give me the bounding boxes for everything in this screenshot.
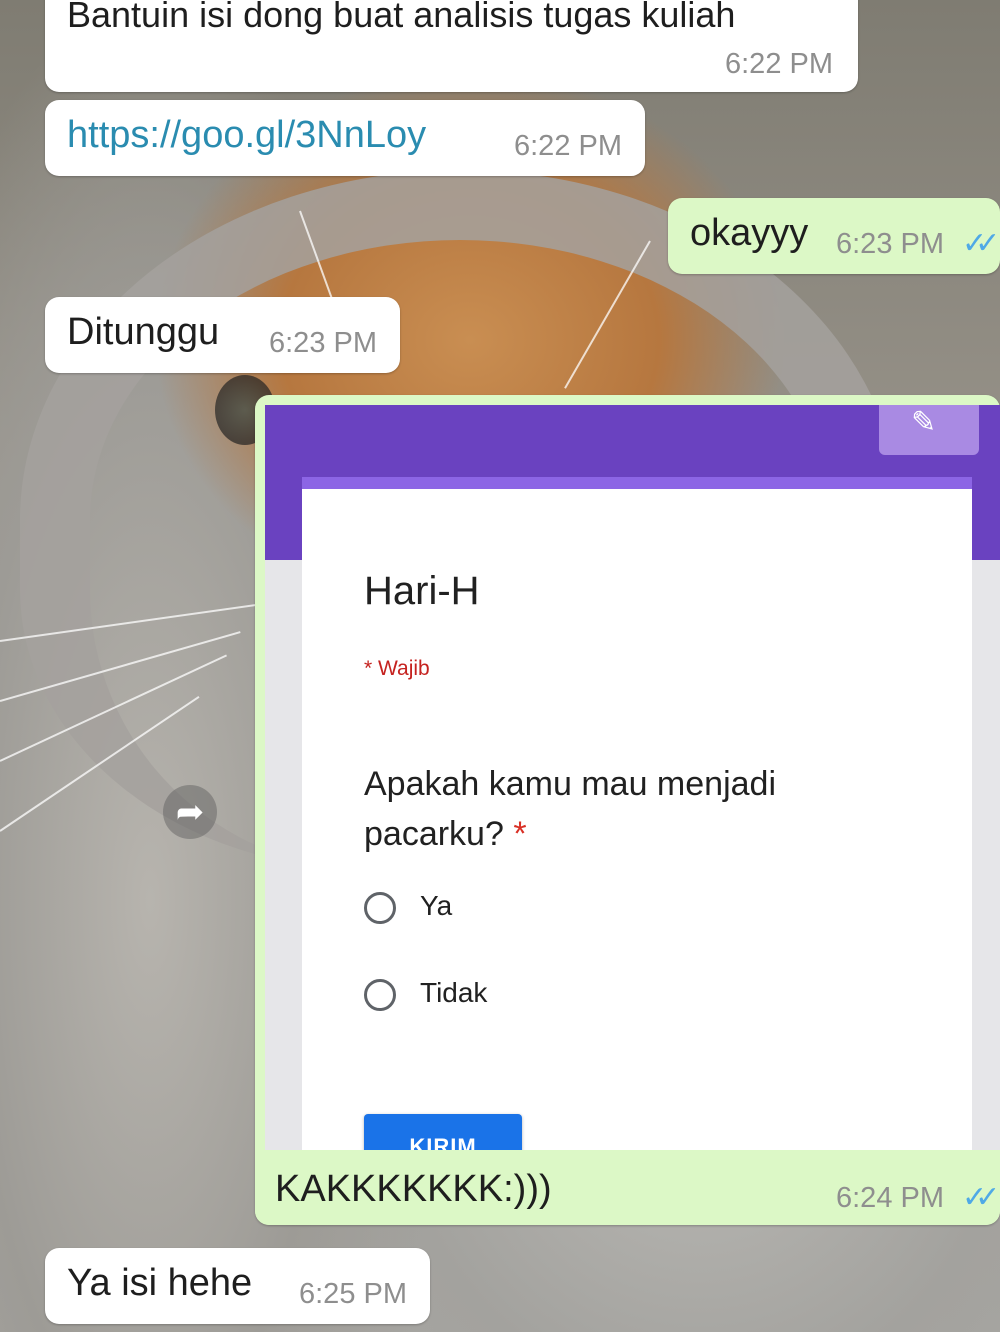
message-text: Ditunggu [67,311,220,353]
message-time: 6:23 PM [269,327,377,359]
message-time: 6:25 PM [299,1278,407,1310]
form-option-label: Tidak [420,977,488,1008]
message-bubble-incoming[interactable]: Bantuin isi dong buat analisis tugas kul… [45,0,858,92]
form-question-text: Apakah kamu mau menjadi pacarku? [364,765,777,853]
form-title: Hari-H [364,569,480,613]
message-bubble-incoming[interactable]: Ditunggu 6:23 PM [45,297,400,373]
radio-button-icon [364,892,396,924]
form-required-note: * Wajib [364,657,430,680]
message-time: 6:24 PM [836,1182,944,1214]
form-option-label: Ya [420,890,453,921]
double-check-icon: ✓✓ [962,1181,1000,1214]
pencil-icon: ✎ [911,406,937,439]
message-text: Bantuin isi dong buat analisis tugas kul… [67,0,736,35]
message-time: 6:22 PM [514,130,622,162]
form-required-mark: * [513,815,527,853]
form-question: Apakah kamu mau menjadi pacarku? * [364,759,884,859]
forward-arrow-icon[interactable]: ➦ [163,785,217,839]
message-bubble-incoming[interactable]: https://goo.gl/3NnLoy 6:22 PM [45,100,645,176]
message-link[interactable]: https://goo.gl/3NnLoy [67,114,426,157]
message-bubble-incoming[interactable]: Ya isi hehe 6:25 PM [45,1248,430,1324]
form-edit-button: ✎ [879,405,979,455]
message-time: 6:23 PM [836,228,944,260]
radio-button-icon [364,979,396,1011]
message-bubble-outgoing[interactable]: okayyy 6:23 PM ✓✓ [668,198,1000,274]
form-screenshot-image[interactable]: ✎ Hari-H * Wajib Apakah kamu mau menjadi… [265,405,1000,1150]
form-submit-label: KIRIM [409,1134,477,1150]
message-text: KAKKKKKKK:))) [275,1168,552,1210]
form-submit-button: KIRIM [364,1114,522,1150]
form-card: Hari-H * Wajib Apakah kamu mau menjadi p… [302,477,972,1150]
image-caption: KAKKKKKKK:))) 6:24 PM ✓✓ [255,1150,1000,1225]
double-check-icon: ✓✓ [962,227,1000,260]
message-text: okayyy [690,212,809,254]
message-time: 6:22 PM [725,48,833,80]
message-text: Ya isi hehe [67,1262,253,1304]
